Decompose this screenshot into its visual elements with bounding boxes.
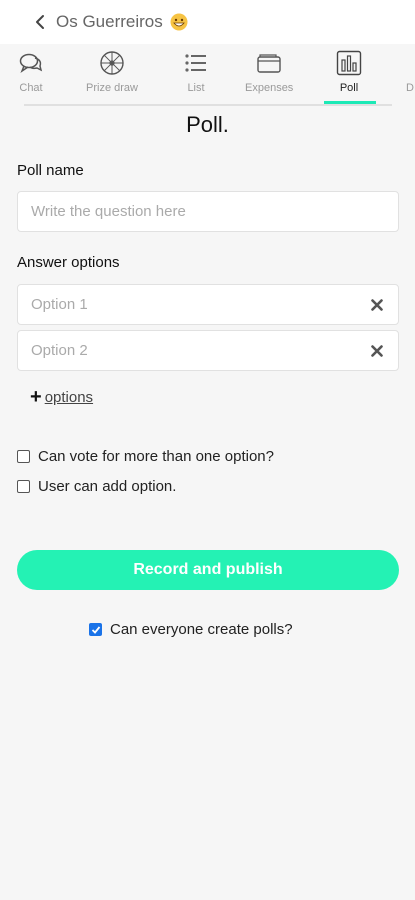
everyone-create-row: Can everyone create polls? — [89, 621, 293, 638]
back-button[interactable] — [26, 8, 54, 36]
tab-more-label: D — [406, 82, 414, 94]
option-1-placeholder: Option 1 — [31, 296, 88, 313]
user-add-checkbox[interactable] — [17, 480, 30, 493]
add-option-label: options — [44, 388, 94, 406]
tab-chat-label: Chat — [19, 82, 43, 94]
grinning-face-icon — [170, 13, 188, 31]
tab-list-label: List — [187, 82, 205, 94]
multi-vote-row: Can vote for more than one option? — [17, 448, 274, 465]
tab-chat[interactable]: Chat — [18, 50, 44, 94]
bar-chart-icon — [336, 50, 362, 76]
wheel-icon — [99, 50, 125, 76]
chat-bubbles-icon — [18, 50, 44, 76]
wallet-icon — [256, 50, 282, 76]
group-title: Os Guerreiros — [56, 12, 163, 31]
everyone-create-label: Can everyone create polls? — [110, 621, 293, 638]
poll-name-input[interactable] — [17, 191, 399, 232]
divider — [24, 104, 392, 106]
top-bar: Os Guerreiros — [0, 0, 415, 44]
list-icon — [183, 50, 209, 76]
tab-prize-draw[interactable]: Prize draw — [86, 50, 138, 94]
tab-list[interactable]: List — [183, 50, 209, 94]
option-2-placeholder: Option 2 — [31, 342, 88, 359]
tab-poll[interactable]: Poll — [336, 50, 362, 94]
remove-option-2-icon[interactable] — [370, 344, 384, 358]
record-and-publish-button[interactable]: Record and publish — [17, 550, 399, 590]
chevron-left-icon — [36, 15, 44, 29]
checkmark-icon — [91, 625, 100, 634]
answer-options-label: Answer options — [17, 254, 120, 271]
poll-name-label: Poll name — [17, 162, 84, 179]
tab-expenses[interactable]: Expenses — [245, 50, 293, 94]
user-add-row: User can add option. — [17, 478, 176, 495]
multi-vote-checkbox[interactable] — [17, 450, 30, 463]
multi-vote-label: Can vote for more than one option? — [38, 448, 274, 465]
user-add-label: User can add option. — [38, 478, 177, 495]
tab-prize-draw-label: Prize draw — [86, 82, 138, 94]
page-title: Poll. — [186, 112, 229, 137]
option-2-field[interactable]: Option 2 — [17, 330, 399, 371]
tab-expenses-label: Expenses — [245, 82, 294, 94]
add-option-button[interactable]: + options — [30, 386, 94, 408]
plus-icon: + — [30, 386, 42, 408]
tab-bar: Chat Prize draw List Expenses Poll D — [0, 44, 415, 104]
tab-more[interactable]: D — [397, 50, 415, 94]
option-1-field[interactable]: Option 1 — [17, 284, 399, 325]
remove-option-1-icon[interactable] — [370, 298, 384, 312]
everyone-create-checkbox[interactable] — [89, 623, 102, 636]
tab-poll-label: Poll — [339, 82, 359, 94]
